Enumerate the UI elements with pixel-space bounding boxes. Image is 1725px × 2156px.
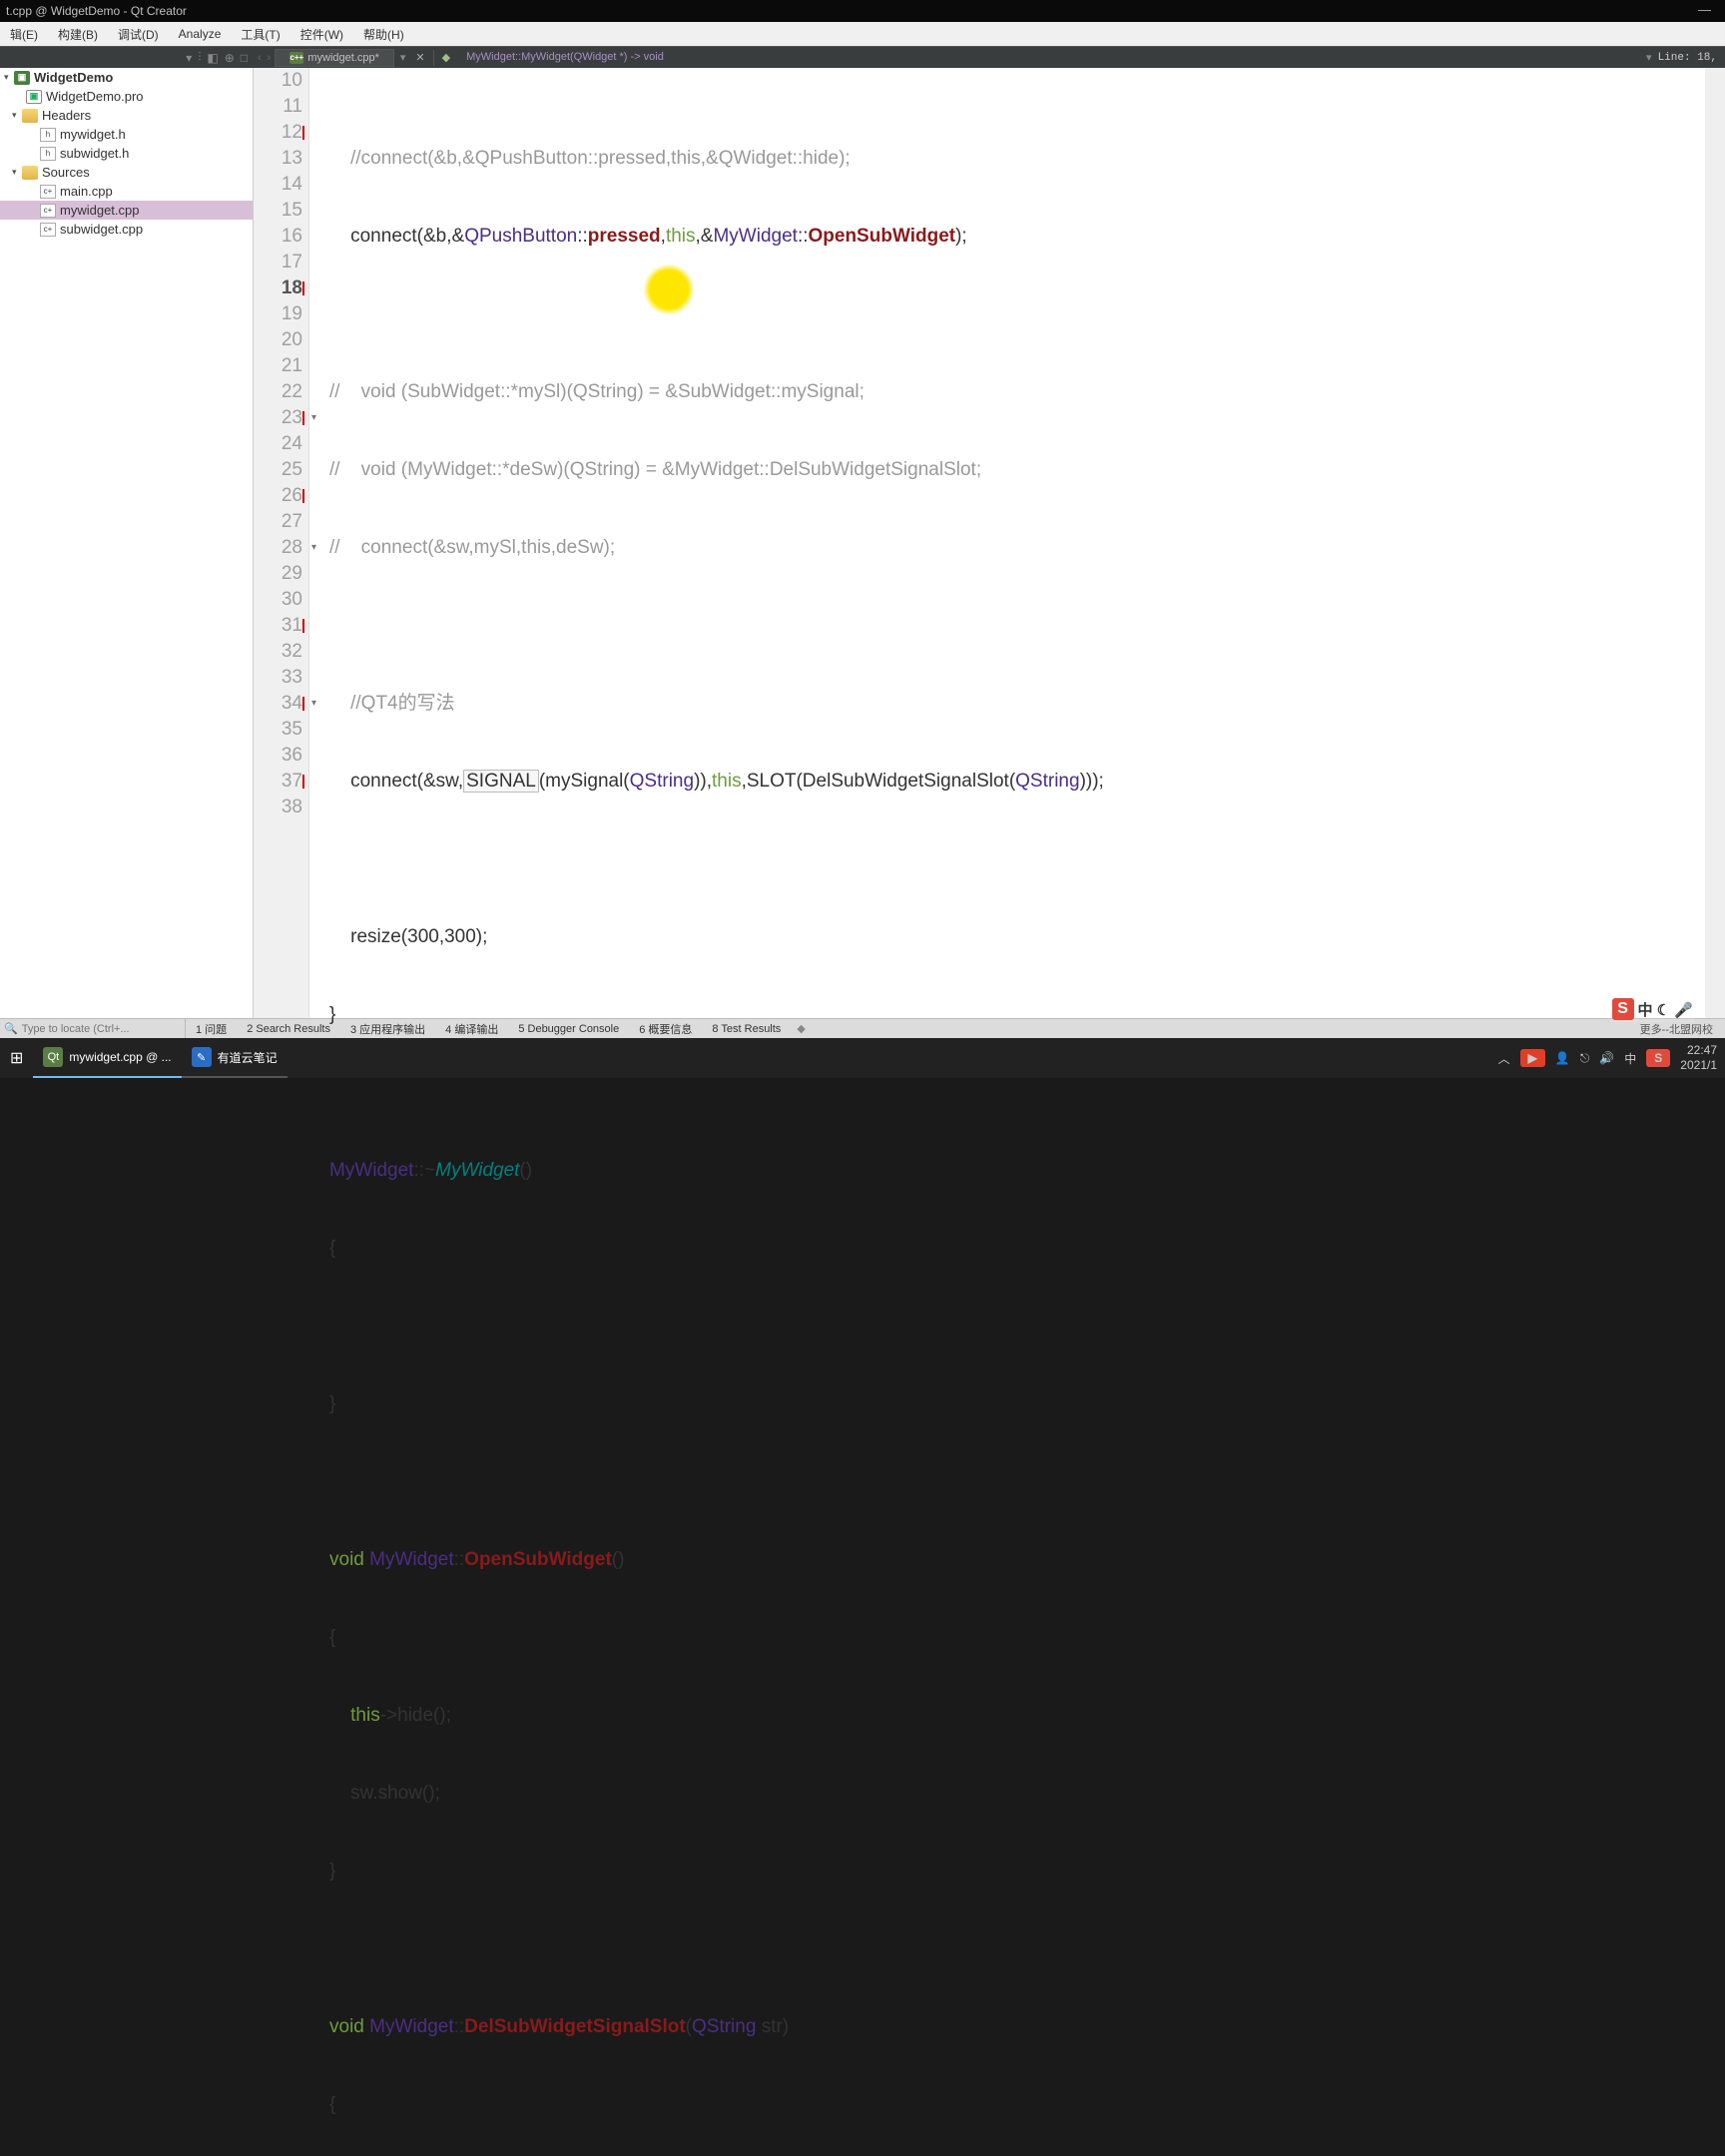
expand-icon[interactable]: ⊕	[225, 51, 235, 65]
editor-toolbar: ▾ ⫶ ◧ ⊕ □ ‹ › c++ mywidget.cpp* ▾ ✕ ◆ My…	[0, 46, 1725, 68]
menu-tools[interactable]: 工具(T)	[231, 24, 289, 45]
project-icon: ▣	[14, 71, 30, 85]
output-pane-issues[interactable]: 1 问题	[186, 1021, 237, 1037]
task-label: mywidget.cpp @ ...	[69, 1050, 171, 1064]
source-file-label: subwidget.cpp	[60, 222, 143, 237]
tray-wifi-icon[interactable]: ⎋	[1580, 1051, 1590, 1066]
folder-icon	[22, 109, 38, 123]
tray-ime-icon[interactable]: 中	[1624, 1050, 1636, 1067]
breadcrumb[interactable]: MyWidget::MyWidget(QWidget *) -> void	[454, 51, 664, 64]
windows-taskbar: ⊞ Qt mywidget.cpp @ ... ✎ 有道云笔记 ︿ ▶ 👤 ⎋ …	[0, 1038, 1725, 1078]
menu-widgets[interactable]: 控件(W)	[290, 24, 353, 45]
locator[interactable]: 🔍	[0, 1019, 186, 1038]
line-column-info: Line: 18,	[1658, 52, 1725, 64]
note-icon: ✎	[192, 1047, 212, 1067]
menu-build[interactable]: 构建(B)	[48, 24, 108, 45]
code-area[interactable]: //connect(&b,&QPushButton::pressed,this,…	[327, 68, 1705, 1018]
clock-date: 2021/1	[1680, 1058, 1717, 1073]
taskbar-item-youdao[interactable]: ✎ 有道云笔记	[182, 1038, 288, 1078]
nav-back-icon[interactable]: ‹	[258, 52, 262, 64]
source-file-label: main.cpp	[60, 184, 113, 199]
split-icon[interactable]: □	[241, 51, 248, 65]
tree-headers-folder[interactable]: ▾ Headers	[0, 106, 253, 125]
fold-icon[interactable]: ▾	[311, 542, 316, 553]
tray-sogou-icon[interactable]: S	[1646, 1049, 1670, 1067]
clock-time: 22:47	[1680, 1043, 1717, 1058]
ime-floating-bar[interactable]: S 中 ☾ 🎤	[1610, 996, 1695, 1022]
tray-people-icon[interactable]: 👤	[1555, 1051, 1570, 1065]
tray-app-icon[interactable]: ▶	[1520, 1049, 1545, 1067]
sync-icon[interactable]: ◧	[207, 51, 218, 65]
filter-icon[interactable]: ▾	[186, 51, 192, 65]
start-button[interactable]: ⊞	[0, 1048, 33, 1068]
cpp-file-icon: c++	[289, 52, 303, 64]
h-file-icon: h	[40, 128, 56, 142]
taskbar-item-qtcreator[interactable]: Qt mywidget.cpp @ ...	[33, 1038, 181, 1078]
task-label: 有道云笔记	[218, 1049, 278, 1066]
window-title: t.cpp @ WidgetDemo - Qt Creator	[6, 4, 187, 18]
source-file-label: mywidget.cpp	[60, 203, 139, 218]
system-clock[interactable]: 22:47 2021/1	[1680, 1043, 1717, 1073]
header-file-label: mywidget.h	[60, 127, 126, 142]
tree-sources-folder[interactable]: ▾ Sources	[0, 163, 253, 182]
nav-fwd-icon[interactable]: ›	[268, 52, 272, 64]
tree-source-file[interactable]: c+ subwidget.cpp	[0, 220, 253, 239]
cpp-file-icon: c+	[40, 223, 56, 237]
locator-input[interactable]	[22, 1023, 181, 1035]
tree-header-file[interactable]: h mywidget.h	[0, 125, 253, 144]
output-pane-search[interactable]: 2 Search Results	[237, 1023, 340, 1035]
filter2-icon[interactable]: ⫶	[198, 50, 201, 65]
window-minimize-icon[interactable]: —	[1698, 2, 1711, 17]
project-sidebar: ▾ ▣ WidgetDemo ▣ WidgetDemo.pro ▾ Header…	[0, 68, 254, 1018]
main-split: ▾ ▣ WidgetDemo ▣ WidgetDemo.pro ▾ Header…	[0, 68, 1725, 1018]
sources-label: Sources	[42, 165, 90, 180]
open-file-name: mywidget.cpp*	[307, 52, 379, 64]
menu-analyze[interactable]: Analyze	[169, 25, 232, 43]
close-file-icon[interactable]: ✕	[411, 51, 428, 64]
menubar: 辑(E) 构建(B) 调试(D) Analyze 工具(T) 控件(W) 帮助(…	[0, 22, 1725, 46]
tree-pro-file[interactable]: ▣ WidgetDemo.pro	[0, 87, 253, 106]
line-gutter: 1011121314151617181920212223242526272829…	[254, 68, 309, 1018]
breadcrumb-dropdown-icon[interactable]: ▾	[1640, 51, 1658, 64]
search-icon: 🔍	[4, 1022, 18, 1035]
tree-header-file[interactable]: h subwidget.h	[0, 144, 253, 163]
cpp-file-icon: c+	[40, 204, 56, 218]
ime-status-text: 中 ☾ 🎤	[1638, 999, 1693, 1020]
qt-icon: Qt	[43, 1047, 63, 1067]
tree-project-root[interactable]: ▾ ▣ WidgetDemo	[0, 68, 253, 87]
tray-chevron-icon[interactable]: ︿	[1498, 1050, 1510, 1067]
folder-icon	[22, 166, 38, 180]
h-file-icon: h	[40, 147, 56, 161]
pro-file-label: WidgetDemo.pro	[46, 89, 144, 104]
fold-column: ▾ ▾ ▾	[309, 68, 327, 1018]
symbol-icon: ◆	[438, 51, 454, 64]
window-titlebar: t.cpp @ WidgetDemo - Qt Creator —	[0, 0, 1725, 22]
fold-icon[interactable]: ▾	[311, 412, 316, 423]
menu-edit[interactable]: 辑(E)	[0, 24, 48, 45]
fold-icon[interactable]: ▾	[311, 698, 316, 709]
tree-source-file-active[interactable]: c+ mywidget.cpp	[0, 201, 253, 220]
project-name-label: WidgetDemo	[34, 70, 113, 85]
menu-help[interactable]: 帮助(H)	[353, 24, 414, 45]
open-file-chip[interactable]: c++ mywidget.cpp*	[275, 49, 394, 67]
pro-file-icon: ▣	[26, 90, 42, 104]
sogou-badge-icon: S	[1612, 998, 1634, 1020]
tray-volume-icon[interactable]: 🔊	[1599, 1051, 1614, 1065]
tree-source-file[interactable]: c+ main.cpp	[0, 182, 253, 201]
vertical-scrollbar[interactable]	[1705, 68, 1725, 1018]
code-editor[interactable]: 1011121314151617181920212223242526272829…	[254, 68, 1725, 1018]
menu-debug[interactable]: 调试(D)	[108, 24, 169, 45]
file-dropdown-icon[interactable]: ▾	[394, 51, 412, 64]
headers-label: Headers	[42, 108, 91, 123]
cpp-file-icon: c+	[40, 185, 56, 199]
header-file-label: subwidget.h	[60, 146, 129, 161]
